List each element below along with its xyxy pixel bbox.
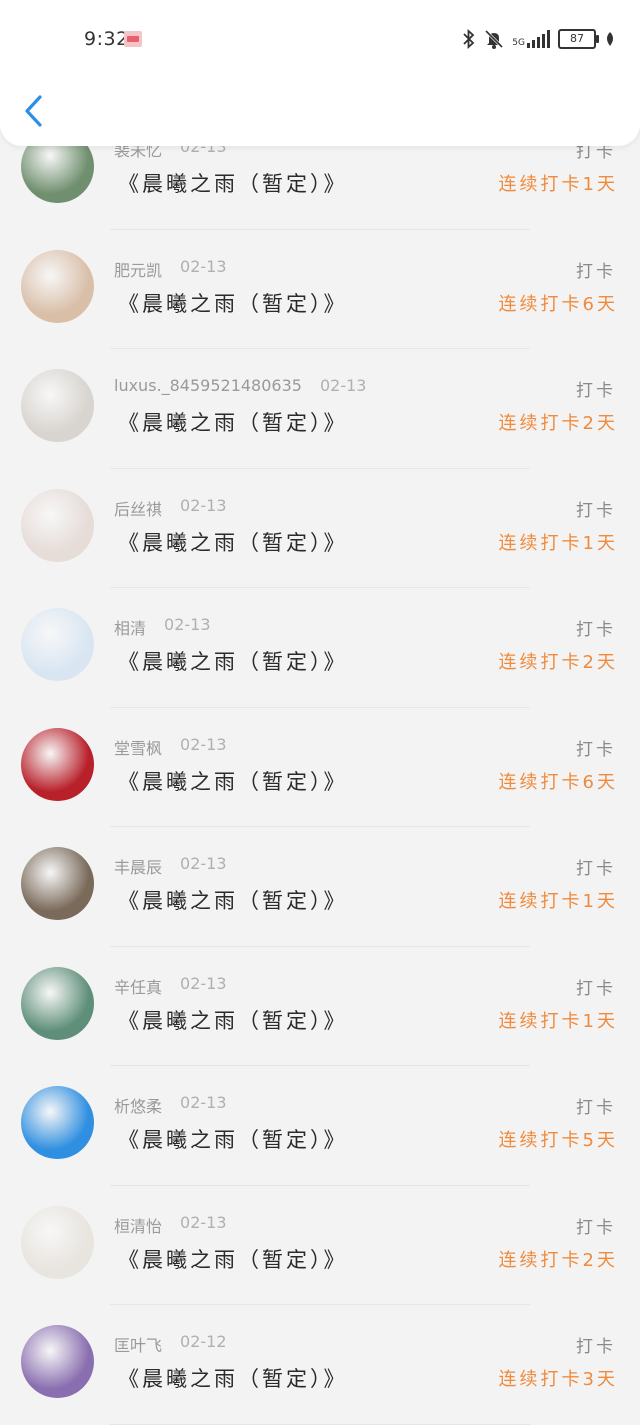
- entry-date: 02-12: [180, 1332, 227, 1351]
- user-name[interactable]: 堂雪枫: [114, 735, 162, 759]
- entry-date: 02-13: [180, 495, 227, 515]
- avatar[interactable]: [21, 488, 94, 562]
- entry-meta: 相清 02-13: [114, 615, 211, 639]
- avatar[interactable]: [21, 847, 94, 920]
- user-name[interactable]: 匡叶飞: [114, 1332, 162, 1356]
- checkin-label: 打卡: [576, 859, 616, 879]
- bluetooth-icon: [463, 29, 475, 49]
- leaf-icon: [607, 32, 613, 46]
- entry-meta: 堂雪枫 02-13: [114, 735, 227, 759]
- avatar[interactable]: [21, 966, 94, 1040]
- status-time: 9:32: [84, 28, 129, 50]
- streak-badge: 连续打卡6天: [498, 771, 618, 793]
- checkin-label: 打卡: [576, 500, 616, 521]
- list-item[interactable]: 辛任真 02-13 《晨曦之雨（暂定）》 打卡连续打卡1天: [0, 946, 640, 1066]
- bell-off-icon: [485, 29, 504, 49]
- entry-meta: 后丝祺 02-13: [114, 496, 227, 520]
- book-title[interactable]: 《晨曦之雨（暂定）》: [118, 885, 348, 915]
- streak-badge: 连续打卡6天: [498, 293, 618, 315]
- avatar[interactable]: [21, 1086, 94, 1159]
- entry-date: 02-13: [180, 1212, 227, 1232]
- entry-meta: 丰晨辰 02-13: [114, 854, 227, 878]
- chevron-left-icon: [25, 95, 42, 127]
- notification-app-icon: [124, 31, 142, 47]
- user-name[interactable]: 丰晨辰: [114, 854, 162, 878]
- avatar[interactable]: [21, 608, 94, 681]
- signal-icon: 5G: [512, 30, 550, 48]
- checkin-label: 打卡: [576, 978, 616, 999]
- checkin-label: 打卡: [576, 620, 616, 640]
- back-button[interactable]: [22, 94, 50, 130]
- entry-date: 02-13: [180, 973, 227, 993]
- entry-meta: 肥元凯 02-13: [114, 257, 227, 281]
- book-title[interactable]: 《晨曦之雨（暂定）》: [118, 1005, 348, 1035]
- entry-date: 02-13: [180, 854, 227, 873]
- checkin-label: 打卡: [576, 1337, 616, 1357]
- entry-date: 02-13: [180, 734, 227, 754]
- checkin-label: 打卡: [576, 261, 616, 282]
- checkin-label: 打卡: [576, 381, 616, 401]
- streak-badge: 连续打卡2天: [498, 1249, 618, 1271]
- streak-badge: 连续打卡1天: [498, 174, 618, 195]
- entry-meta: 辛任真 02-13: [114, 974, 227, 998]
- book-title[interactable]: 《晨曦之雨（暂定）》: [118, 1244, 348, 1274]
- book-title[interactable]: 《晨曦之雨（暂定）》: [118, 1363, 348, 1393]
- entry-meta: 桓清怡 02-13: [114, 1213, 227, 1237]
- book-title[interactable]: 《晨曦之雨（暂定）》: [118, 646, 348, 676]
- list-item[interactable]: 后丝祺 02-13 《晨曦之雨（暂定）》 打卡连续打卡1天: [0, 468, 640, 588]
- status-icons: 5G 87: [462, 26, 616, 52]
- top-bar: 9:32 5G 87: [0, 0, 640, 146]
- list-item[interactable]: 相清 02-13 《晨曦之雨（暂定）》 打卡连续打卡2天: [0, 588, 640, 708]
- entry-meta: 匡叶飞 02-12: [114, 1332, 227, 1356]
- list-item[interactable]: 丰晨辰 02-13 《晨曦之雨（暂定）》 打卡连续打卡1天: [0, 827, 640, 947]
- avatar[interactable]: [21, 1325, 94, 1398]
- checkin-label: 打卡: [576, 1217, 616, 1238]
- streak-badge: 连续打卡3天: [498, 1369, 618, 1390]
- list-item[interactable]: 析悠柔 02-13 《晨曦之雨（暂定）》 打卡连续打卡5天: [0, 1066, 640, 1186]
- list-item[interactable]: 堂雪枫 02-13 《晨曦之雨（暂定）》 打卡连续打卡6天: [0, 707, 640, 827]
- streak-badge: 连续打卡5天: [498, 1130, 618, 1151]
- avatar[interactable]: [21, 369, 94, 442]
- streak-badge: 连续打卡1天: [498, 891, 618, 912]
- book-title[interactable]: 《晨曦之雨（暂定）》: [118, 527, 348, 557]
- book-title[interactable]: 《晨曦之雨（暂定）》: [118, 1124, 348, 1154]
- book-title[interactable]: 《晨曦之雨（暂定）》: [118, 766, 348, 796]
- battery-icon: 87: [558, 29, 599, 49]
- user-name[interactable]: 后丝祺: [114, 496, 162, 520]
- entry-date: 02-13: [180, 256, 227, 276]
- avatar[interactable]: [21, 249, 94, 323]
- streak-badge: 连续打卡2天: [498, 413, 618, 434]
- avatar[interactable]: [21, 727, 94, 801]
- user-name[interactable]: 肥元凯: [114, 257, 162, 281]
- user-name[interactable]: 桓清怡: [114, 1213, 162, 1237]
- list-item[interactable]: luxus._8459521480635 02-13 《晨曦之雨（暂定）》 打卡连续打…: [0, 349, 640, 469]
- checkin-label: 打卡: [576, 1098, 616, 1118]
- streak-badge: 连续打卡1天: [498, 1010, 618, 1032]
- entry-meta: luxus._8459521480635 02-13: [114, 376, 366, 395]
- streak-badge: 连续打卡1天: [498, 532, 618, 554]
- user-name[interactable]: 辛任真: [114, 974, 162, 998]
- entry-date: 02-13: [164, 615, 211, 634]
- streak-badge: 连续打卡2天: [498, 652, 618, 673]
- book-title[interactable]: 《晨曦之雨（暂定）》: [118, 168, 348, 198]
- book-title[interactable]: 《晨曦之雨（暂定）》: [118, 288, 348, 318]
- book-title[interactable]: 《晨曦之雨（暂定）》: [118, 407, 348, 437]
- network-label: 5G: [512, 38, 525, 48]
- list-item[interactable]: 肥元凯 02-13 《晨曦之雨（暂定）》 打卡连续打卡6天: [0, 229, 640, 349]
- row-divider: [110, 1423, 530, 1425]
- avatar[interactable]: [21, 1205, 94, 1279]
- list-item[interactable]: 匡叶飞 02-12 《晨曦之雨（暂定）》 打卡连续打卡3天: [0, 1305, 640, 1425]
- list-item[interactable]: 桓清怡 02-13 《晨曦之雨（暂定）》 打卡连续打卡2天: [0, 1185, 640, 1305]
- user-name[interactable]: luxus._8459521480635: [114, 376, 302, 395]
- user-name[interactable]: 析悠柔: [114, 1093, 162, 1117]
- checkin-list: 裴未忆 02-13 《晨曦之雨（暂定）》 打卡 连续打卡1天 肥元凯 02-13 《晨曦之雨（…: [0, 110, 640, 1425]
- entry-date: 02-13: [319, 376, 367, 395]
- user-name[interactable]: 相清: [114, 615, 146, 639]
- checkin-label: 打卡: [576, 739, 616, 760]
- entry-date: 02-13: [180, 1093, 227, 1112]
- entry-meta: 析悠柔 02-13: [114, 1093, 227, 1117]
